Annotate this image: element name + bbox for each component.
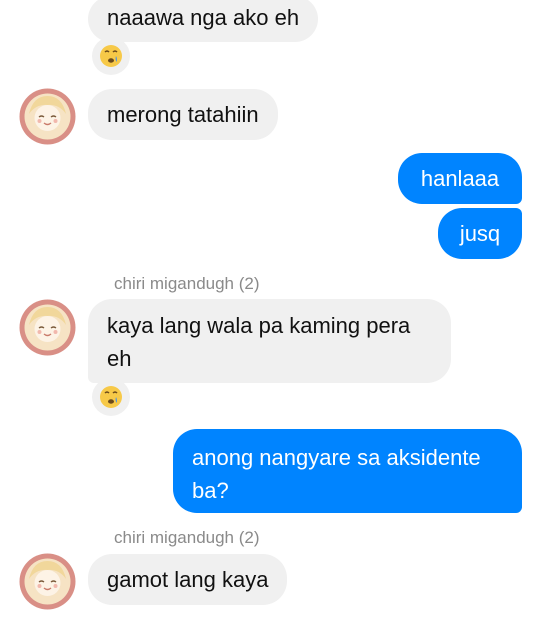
reaction-badge[interactable] [92,37,130,75]
avatar[interactable] [19,299,76,356]
message-bubble-outgoing[interactable]: hanlaaa [398,153,522,204]
message-bubble-outgoing[interactable]: anong nangyare sa aksidente ba? [173,429,522,513]
sender-name: chiri migandugh (2) [114,528,260,547]
avatar-image [19,88,76,145]
message-bubble-incoming[interactable]: gamot lang kaya [88,554,288,605]
crying-face-icon [100,45,122,67]
crying-face-icon [100,386,122,408]
message-bubble-incoming[interactable]: kaya lang wala pa kaming pera eh [88,299,451,383]
avatar-image [19,299,76,356]
sender-name: chiri migandugh (2) [114,274,260,293]
reaction-badge[interactable] [92,378,130,416]
avatar-image [19,553,76,610]
message-bubble-outgoing[interactable]: jusq [438,208,522,259]
avatar[interactable] [19,553,76,610]
message-bubble-incoming[interactable]: naaawa nga ako eh [88,0,319,42]
avatar[interactable] [19,88,76,145]
message-bubble-incoming[interactable]: merong tatahiin [88,89,278,140]
